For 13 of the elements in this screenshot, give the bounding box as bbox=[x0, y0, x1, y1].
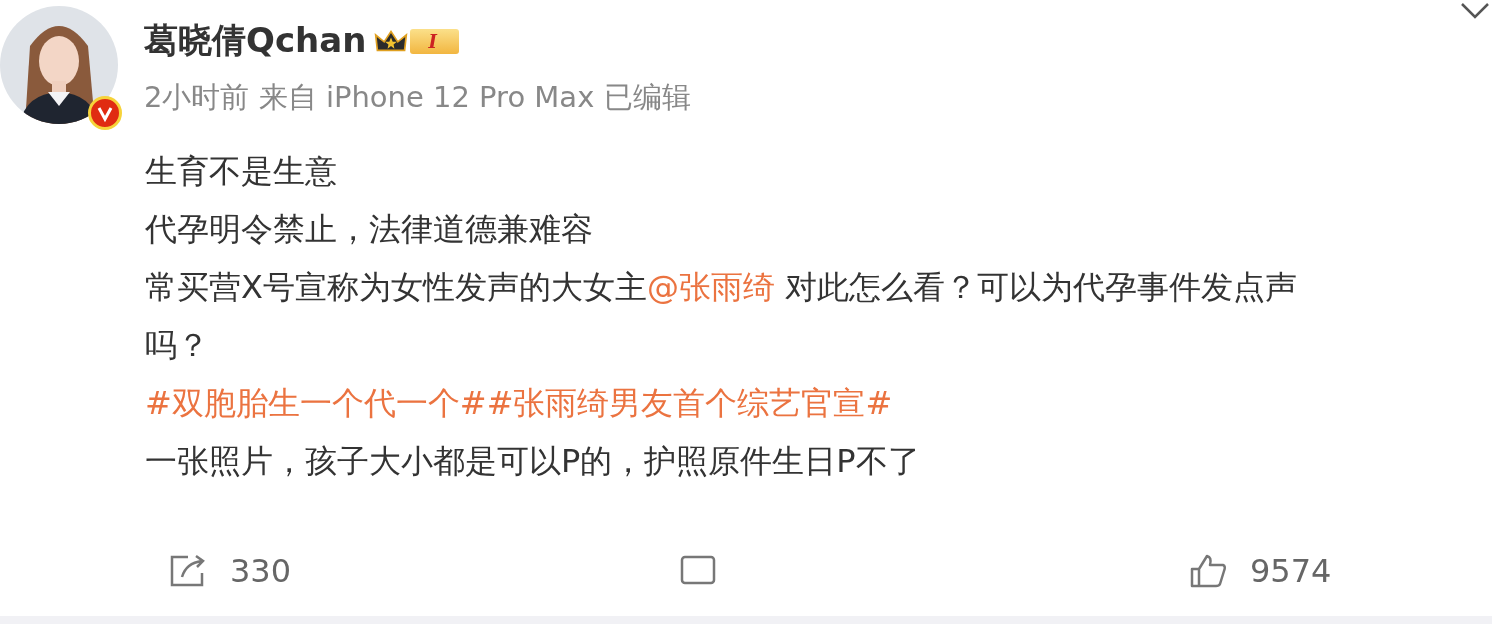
hashtag-link[interactable]: #双胞胎生一个代一个# bbox=[145, 384, 487, 422]
mention-link[interactable]: @张雨绮 bbox=[646, 268, 775, 306]
post-meta: 2小时前 来自 iPhone 12 Pro Max 已编辑 bbox=[144, 79, 691, 116]
hashtag-link[interactable]: #张雨绮男友首个综艺官宣# bbox=[486, 384, 893, 422]
action-count: 9574 bbox=[1250, 552, 1332, 590]
post-text: 一张照片，孩子大小都是可以P的，护照原件生日P不了 bbox=[145, 441, 921, 482]
author-name[interactable]: 葛晓倩Qchan bbox=[144, 18, 367, 64]
post-text: 常买营X号宣称为女性发声的大女主@张雨绮 对此怎么看？可以为代孕事件发点声吗？ bbox=[145, 267, 1299, 366]
post-text: 代孕明令禁止，法律道德兼难容 bbox=[145, 209, 594, 250]
collapse-chevron-icon[interactable] bbox=[1460, 2, 1490, 20]
post-text: 生育不是生意 bbox=[145, 151, 338, 192]
like-icon[interactable] bbox=[1188, 553, 1228, 589]
action-count: 330 bbox=[230, 552, 292, 590]
